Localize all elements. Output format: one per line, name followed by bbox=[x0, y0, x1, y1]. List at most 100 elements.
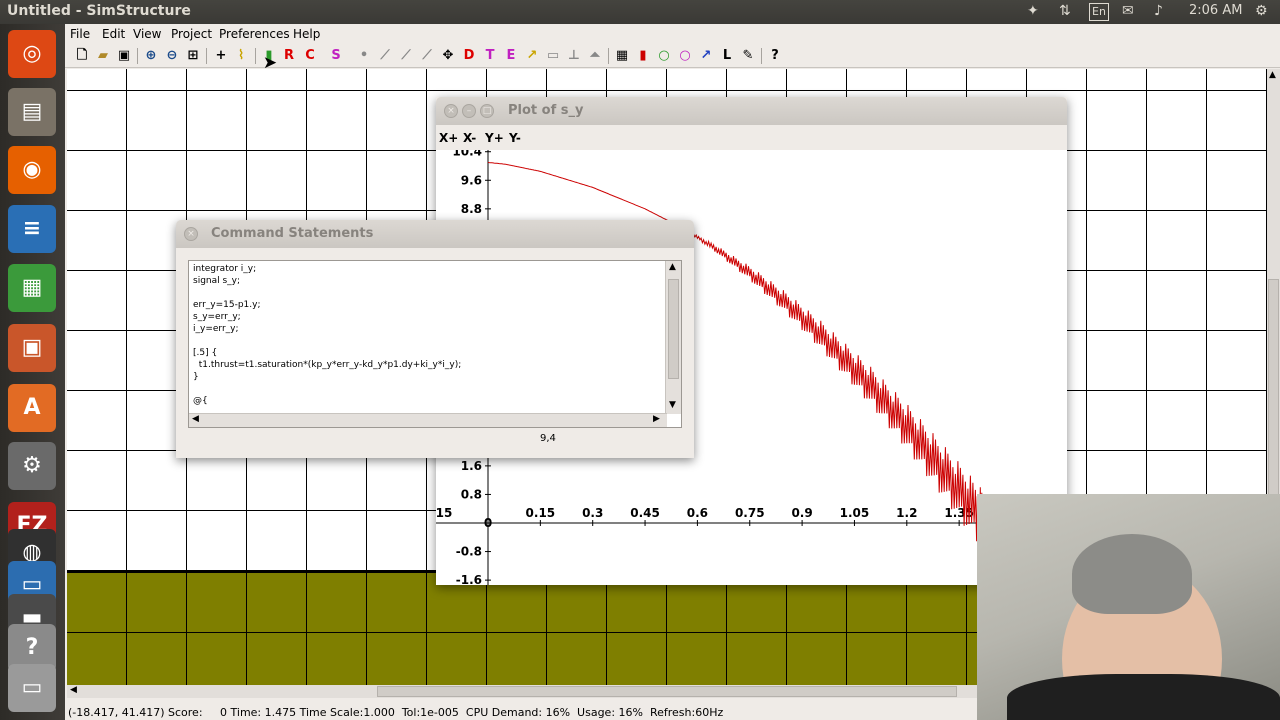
command-line: t1.thrust=t1.saturation*(kp_y*err_y-kd_y… bbox=[193, 360, 462, 370]
command-line: i_y=err_y; bbox=[193, 324, 239, 334]
arrow-icon[interactable]: ↗ bbox=[523, 47, 541, 65]
rectangle-icon[interactable]: ▭ bbox=[544, 47, 562, 65]
command-statements-window: × Command Statements integrator i_y; sign… bbox=[176, 220, 694, 458]
command-window-titlebar[interactable]: × Command Statements bbox=[176, 220, 694, 248]
command-line: integrator i_y; bbox=[193, 264, 257, 274]
x-tick-label-clipped: 15 bbox=[436, 506, 452, 520]
launcher-glyph: ▦ bbox=[21, 275, 43, 300]
launcher-libreoffice-writer-icon[interactable]: ≡ bbox=[8, 205, 56, 253]
editor-horizontal-scrollbar[interactable]: ◀ ▶ bbox=[189, 413, 667, 427]
maximize-icon[interactable]: □ bbox=[480, 104, 494, 118]
close-icon[interactable]: × bbox=[184, 227, 198, 241]
launcher-glyph: ◎ bbox=[22, 41, 42, 66]
mail-icon[interactable]: ✉ bbox=[1122, 3, 1134, 19]
damper-icon[interactable]: ⟋ bbox=[418, 47, 436, 65]
close-icon[interactable]: × bbox=[444, 104, 458, 118]
minimize-icon[interactable]: – bbox=[462, 104, 476, 118]
menu-view[interactable]: View bbox=[133, 27, 161, 41]
x-minus-button[interactable]: X- bbox=[463, 131, 476, 145]
origin-label: 0 bbox=[484, 516, 492, 530]
open-folder-icon[interactable]: ▰ bbox=[94, 47, 112, 65]
webcam-person-hair bbox=[1072, 534, 1192, 614]
launcher-disk-drive-icon[interactable]: ▭ bbox=[8, 664, 56, 712]
command-line bbox=[193, 383, 663, 395]
y-minus-button[interactable]: Y- bbox=[509, 131, 521, 145]
webcam-overlay bbox=[977, 494, 1280, 720]
tool-c-button[interactable]: C bbox=[301, 47, 319, 65]
x-tick-label: 0.3 bbox=[582, 506, 603, 520]
dropbox-icon[interactable]: ✦ bbox=[1027, 3, 1039, 19]
command-window-title: Command Statements bbox=[211, 226, 374, 241]
scroll-left-icon[interactable]: ◀ bbox=[70, 685, 77, 695]
launcher-software-center-icon[interactable]: A bbox=[8, 384, 56, 432]
y-plus-button[interactable]: Y+ bbox=[485, 131, 504, 145]
new-file-icon[interactable]: 🗋 bbox=[73, 47, 91, 65]
scroll-down-icon[interactable]: ▼ bbox=[669, 400, 676, 410]
save-icon[interactable]: ▣ bbox=[115, 47, 133, 65]
menu-file[interactable]: File bbox=[70, 27, 90, 41]
command-editor[interactable]: integrator i_y; signal s_y; err_y=15-p1.y… bbox=[188, 260, 682, 428]
add-body-icon[interactable]: + bbox=[212, 47, 230, 65]
launcher: ◎ ▤ ◉ ≡ ▦ ▣ A ⚙ FZ ◍ ▭ ▬? ▭ bbox=[0, 24, 65, 720]
launcher-glyph: ≡ bbox=[22, 216, 42, 241]
horizontal-scroll-thumb[interactable] bbox=[377, 686, 957, 697]
menu-preferences[interactable]: Preferences bbox=[219, 27, 290, 41]
launcher-ubuntu-dash-icon[interactable]: ◎ bbox=[8, 30, 56, 78]
grid-icon[interactable]: ▦ bbox=[613, 47, 631, 65]
link-icon[interactable]: ⟋ bbox=[376, 47, 394, 65]
tool-t-button[interactable]: T bbox=[481, 47, 499, 65]
help-button[interactable]: ? bbox=[766, 47, 784, 65]
ground-icon[interactable]: ⏶ bbox=[586, 47, 604, 65]
scroll-left-icon[interactable]: ◀ bbox=[192, 414, 199, 424]
x-tick-label: 0.15 bbox=[526, 506, 556, 520]
pencil-icon[interactable]: ✎ bbox=[739, 47, 757, 65]
tool-d-button[interactable]: D bbox=[460, 47, 478, 65]
launcher-firefox-icon[interactable]: ◉ bbox=[8, 146, 56, 194]
cursor-position: 9,4 bbox=[540, 433, 556, 444]
volume-icon[interactable]: ♪ bbox=[1154, 3, 1163, 19]
scroll-up-icon[interactable]: ▲ bbox=[669, 262, 676, 272]
zoom-fit-icon[interactable]: ⊞ bbox=[184, 47, 202, 65]
y-tick-label: -1.6 bbox=[456, 573, 482, 585]
spring-icon[interactable]: ⟋ bbox=[397, 47, 415, 65]
system-top-bar: Untitled - SimStructure ✦ ⇅ En ✉ ♪ 2:06 … bbox=[0, 0, 1280, 24]
move-icon[interactable]: ✥ bbox=[439, 47, 457, 65]
circle-magenta-icon[interactable]: ○ bbox=[676, 47, 694, 65]
launcher-libreoffice-calc-icon[interactable]: ▦ bbox=[8, 264, 56, 312]
scroll-right-icon[interactable]: ▶ bbox=[653, 414, 660, 424]
keyboard-layout-indicator[interactable]: En bbox=[1089, 3, 1109, 21]
launcher-glyph: A bbox=[23, 395, 41, 420]
plot-window-title: Plot of s_y bbox=[508, 103, 584, 118]
clock[interactable]: 2:06 AM bbox=[1189, 3, 1242, 18]
plot-icon[interactable]: ⌇ bbox=[232, 47, 250, 65]
vector-icon[interactable]: ↗ bbox=[697, 47, 715, 65]
zoom-out-icon[interactable]: ⊖ bbox=[163, 47, 181, 65]
editor-vertical-scrollbar[interactable]: ▲ ▼ bbox=[665, 261, 681, 414]
scroll-up-icon[interactable]: ▲ bbox=[1269, 70, 1276, 80]
x-plus-button[interactable]: X+ bbox=[439, 131, 458, 145]
menu-edit[interactable]: Edit bbox=[102, 27, 125, 41]
tool-s-button[interactable]: S bbox=[327, 47, 345, 65]
signal-light-icon[interactable]: ▮ bbox=[634, 47, 652, 65]
plot-window-titlebar[interactable]: × – □ Plot of s_y bbox=[436, 97, 1067, 125]
tool-r-button[interactable]: R bbox=[280, 47, 298, 65]
launcher-glyph: ▣ bbox=[21, 335, 43, 360]
y-tick-label: 8.8 bbox=[461, 202, 482, 216]
launcher-files-icon[interactable]: ▤ bbox=[8, 88, 56, 136]
network-icon[interactable]: ⇅ bbox=[1059, 3, 1071, 19]
command-text[interactable]: integrator i_y; signal s_y; err_y=15-p1.y… bbox=[193, 263, 663, 407]
command-line bbox=[193, 335, 663, 347]
menu-project[interactable]: Project bbox=[171, 27, 212, 41]
point-icon[interactable]: • bbox=[355, 47, 373, 65]
x-tick-label: 0.9 bbox=[791, 506, 812, 520]
launcher-system-settings-icon[interactable]: ⚙ bbox=[8, 442, 56, 490]
anchor-icon[interactable]: ⊥ bbox=[565, 47, 583, 65]
zoom-in-icon[interactable]: ⊕ bbox=[142, 47, 160, 65]
editor-scroll-thumb[interactable] bbox=[668, 279, 679, 379]
menu-help[interactable]: Help bbox=[293, 27, 320, 41]
circle-green-icon[interactable]: ○ bbox=[655, 47, 673, 65]
gear-icon[interactable]: ⚙ bbox=[1255, 3, 1268, 19]
tool-l-button[interactable]: L bbox=[718, 47, 736, 65]
tool-e-button[interactable]: E bbox=[502, 47, 520, 65]
launcher-libreoffice-impress-icon[interactable]: ▣ bbox=[8, 324, 56, 372]
